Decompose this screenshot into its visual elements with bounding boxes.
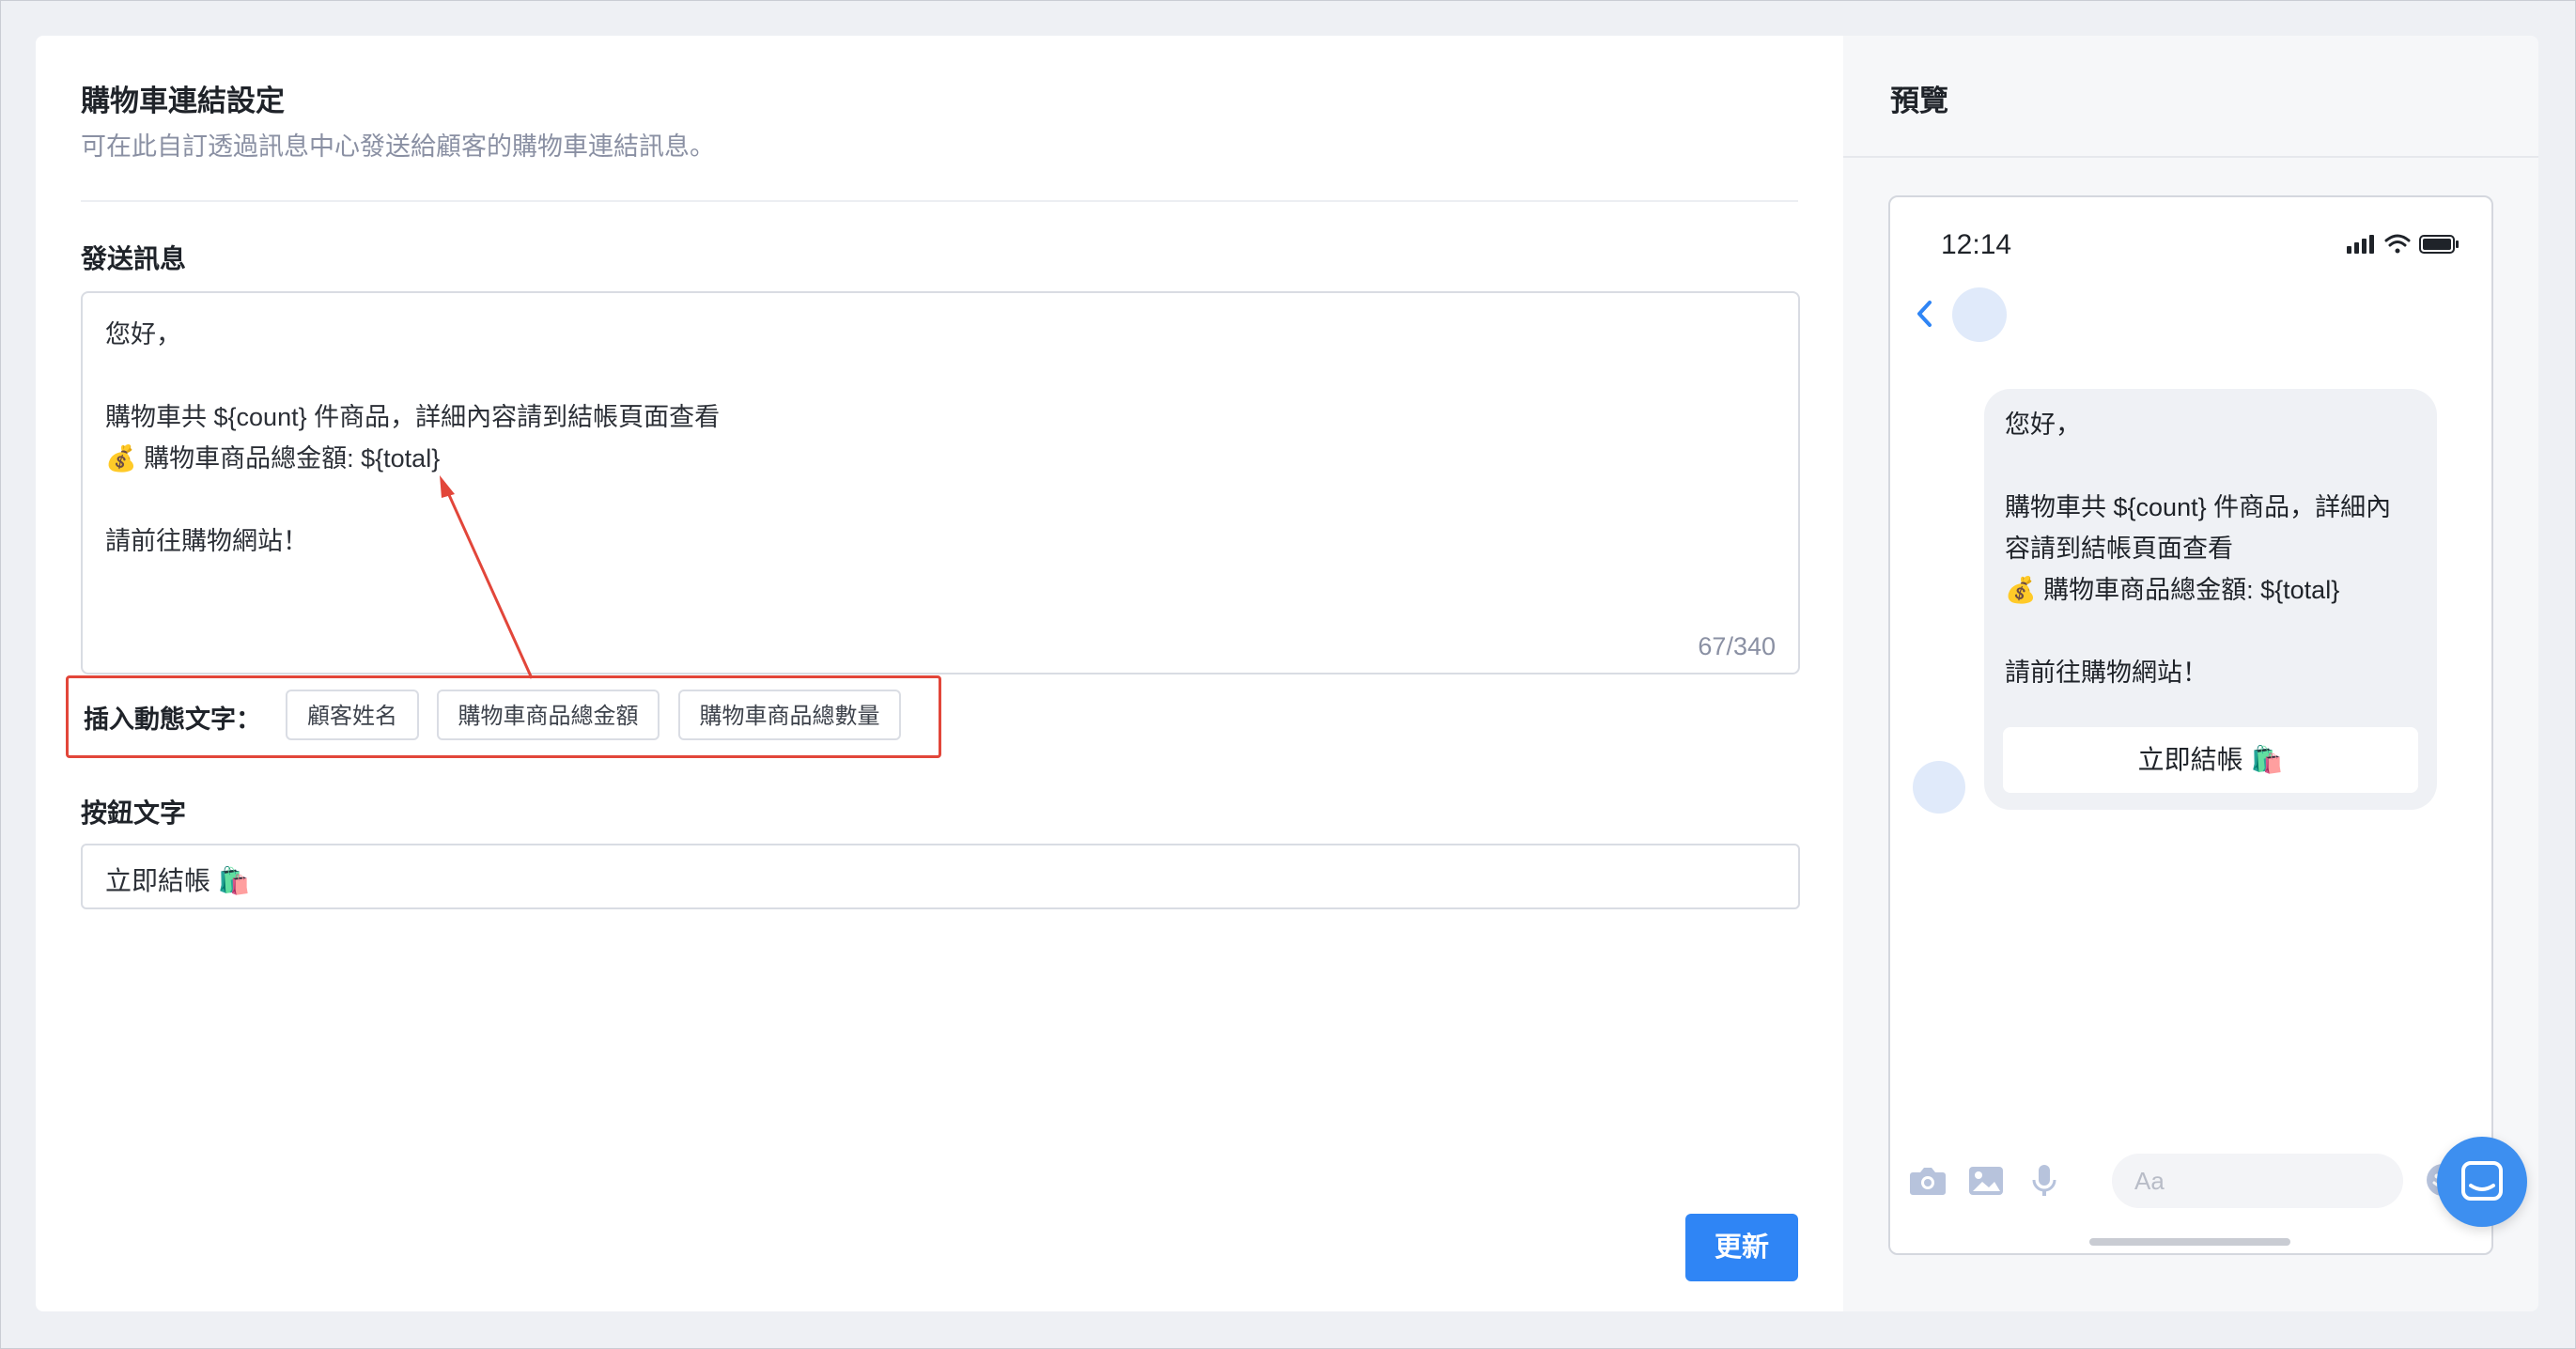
preview-card: 預覽 12:14 您好， 購物車共 ${count} 件商品，詳細內 容請到結帳…: [1843, 36, 2538, 1311]
signal-icon: [2347, 235, 2374, 254]
status-icons: [2347, 234, 2459, 254]
back-chevron-icon[interactable]: [1911, 295, 1939, 333]
bubble-line: 容請到結帳頁面查看: [2005, 535, 2233, 563]
chip-customer-name[interactable]: 顧客姓名: [286, 690, 419, 740]
bubble-line: [2005, 445, 2391, 487]
image-icon[interactable]: [1965, 1161, 2007, 1199]
insert-dynamic-text-label: 插入動態文字：: [84, 706, 261, 734]
bubble-line: 您好，: [2005, 411, 2081, 439]
button-text-value: 立即結帳 🛍️: [105, 866, 251, 895]
bubble-line: [2005, 611, 2391, 652]
bubble-text: 您好， 購物車共 ${count} 件商品，詳細內 容請到結帳頁面查看 💰 購物…: [2005, 404, 2391, 693]
bubble-line: 購物車共 ${count} 件商品，詳細內: [2005, 493, 2392, 521]
phone-time: 12:14: [1941, 229, 2012, 260]
message-textarea[interactable]: 您好， 購物車共 ${count} 件商品，詳細內容請到結帳頁面查看 💰 購物車…: [81, 291, 1800, 674]
update-button[interactable]: 更新: [1685, 1214, 1798, 1281]
camera-icon[interactable]: [1907, 1161, 1948, 1199]
message-line: 您好，: [105, 320, 181, 349]
message-text: 您好， 購物車共 ${count} 件商品，詳細內容請到結帳頁面查看 💰 購物車…: [105, 314, 720, 562]
compose-input[interactable]: Aa: [2112, 1154, 2403, 1208]
bubble-line: 請前往購物網站！: [2005, 659, 2208, 687]
preview-title: 預覽: [1890, 85, 1948, 117]
bubble-line: 💰 購物車商品總金額: ${total}: [2005, 576, 2340, 604]
page-title: 購物車連結設定: [81, 85, 285, 117]
button-text-label: 按鈕文字: [81, 799, 187, 828]
avatar: [1952, 287, 2007, 342]
phone-mockup: 12:14 您好， 購物車共 ${count} 件商品，詳細內 容請到結帳頁面查…: [1888, 195, 2493, 1255]
message-bubble: 您好， 購物車共 ${count} 件商品，詳細內 容請到結帳頁面查看 💰 購物…: [1984, 389, 2437, 810]
message-line: 💰 購物車商品總金額: ${total}: [105, 444, 441, 473]
preview-divider: [1843, 156, 2538, 158]
chip-cart-total-quantity[interactable]: 購物車商品總數量: [678, 690, 901, 740]
chat-launcher-button[interactable]: [2437, 1137, 2527, 1227]
page-subtitle: 可在此自訂透過訊息中心發送給顧客的購物車連結訊息。: [81, 132, 715, 161]
bubble-checkout-button[interactable]: 立即結帳 🛍️: [2003, 727, 2418, 793]
button-text-input[interactable]: 立即結帳 🛍️: [81, 844, 1800, 909]
message-label: 發送訊息: [81, 244, 187, 273]
home-indicator: [2089, 1238, 2290, 1246]
message-line: [105, 479, 720, 520]
compose-placeholder: Aa: [2134, 1167, 2165, 1195]
message-line: 購物車共 ${count} 件商品，詳細內容請到結帳頁面查看: [105, 403, 721, 431]
char-counter: 67/340: [1698, 632, 1776, 660]
chat-bubble-icon: [2461, 1161, 2503, 1201]
message-line: [105, 355, 720, 396]
microphone-icon[interactable]: [2024, 1161, 2065, 1199]
chip-cart-total-amount[interactable]: 購物車商品總金額: [437, 690, 660, 740]
avatar: [1913, 761, 1965, 814]
wifi-icon: [2384, 234, 2411, 254]
insert-dynamic-text-highlight: 插入動態文字： 顧客姓名 購物車商品總金額 購物車商品總數量: [66, 675, 941, 758]
message-line: 請前往購物網站！: [105, 527, 308, 555]
settings-card: 購物車連結設定 可在此自訂透過訊息中心發送給顧客的購物車連結訊息。 發送訊息 您…: [36, 36, 1843, 1311]
header-divider: [81, 200, 1798, 202]
battery-icon: [2419, 235, 2459, 254]
